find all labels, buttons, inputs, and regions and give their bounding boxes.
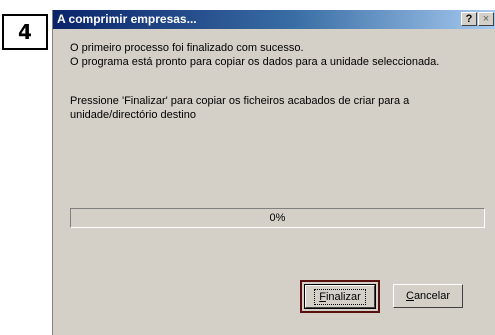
cancel-button[interactable]: Cancelar <box>393 284 463 308</box>
instruction-message-line2: unidade/directório destino <box>70 109 196 121</box>
help-icon: ? <box>465 12 473 25</box>
progress-bar: 0% <box>70 208 485 228</box>
success-message: O primeiro processo foi finalizado com s… <box>70 42 304 54</box>
help-button[interactable]: ? <box>461 12 477 26</box>
finalize-label: Finalizar <box>314 288 366 305</box>
window-title: A comprimir empresas... <box>57 12 197 26</box>
step-number-badge: 4 <box>2 14 48 50</box>
instruction-message-line1: Pressione 'Finalizar' para copiar os fic… <box>70 95 410 107</box>
finalize-button[interactable]: Finalizar <box>304 284 376 309</box>
title-bar[interactable]: A comprimir empresas... ? × <box>53 10 495 29</box>
close-button[interactable]: × <box>478 12 494 26</box>
ready-message: O programa está pronto para copiar os da… <box>70 56 440 68</box>
dialog-window: A comprimir empresas... ? × O primeiro p… <box>52 10 495 335</box>
cancel-label: Cancelar <box>405 290 451 302</box>
close-icon: × <box>482 12 490 25</box>
finalize-highlight: Finalizar <box>300 280 380 313</box>
progress-percent: 0% <box>269 212 286 224</box>
